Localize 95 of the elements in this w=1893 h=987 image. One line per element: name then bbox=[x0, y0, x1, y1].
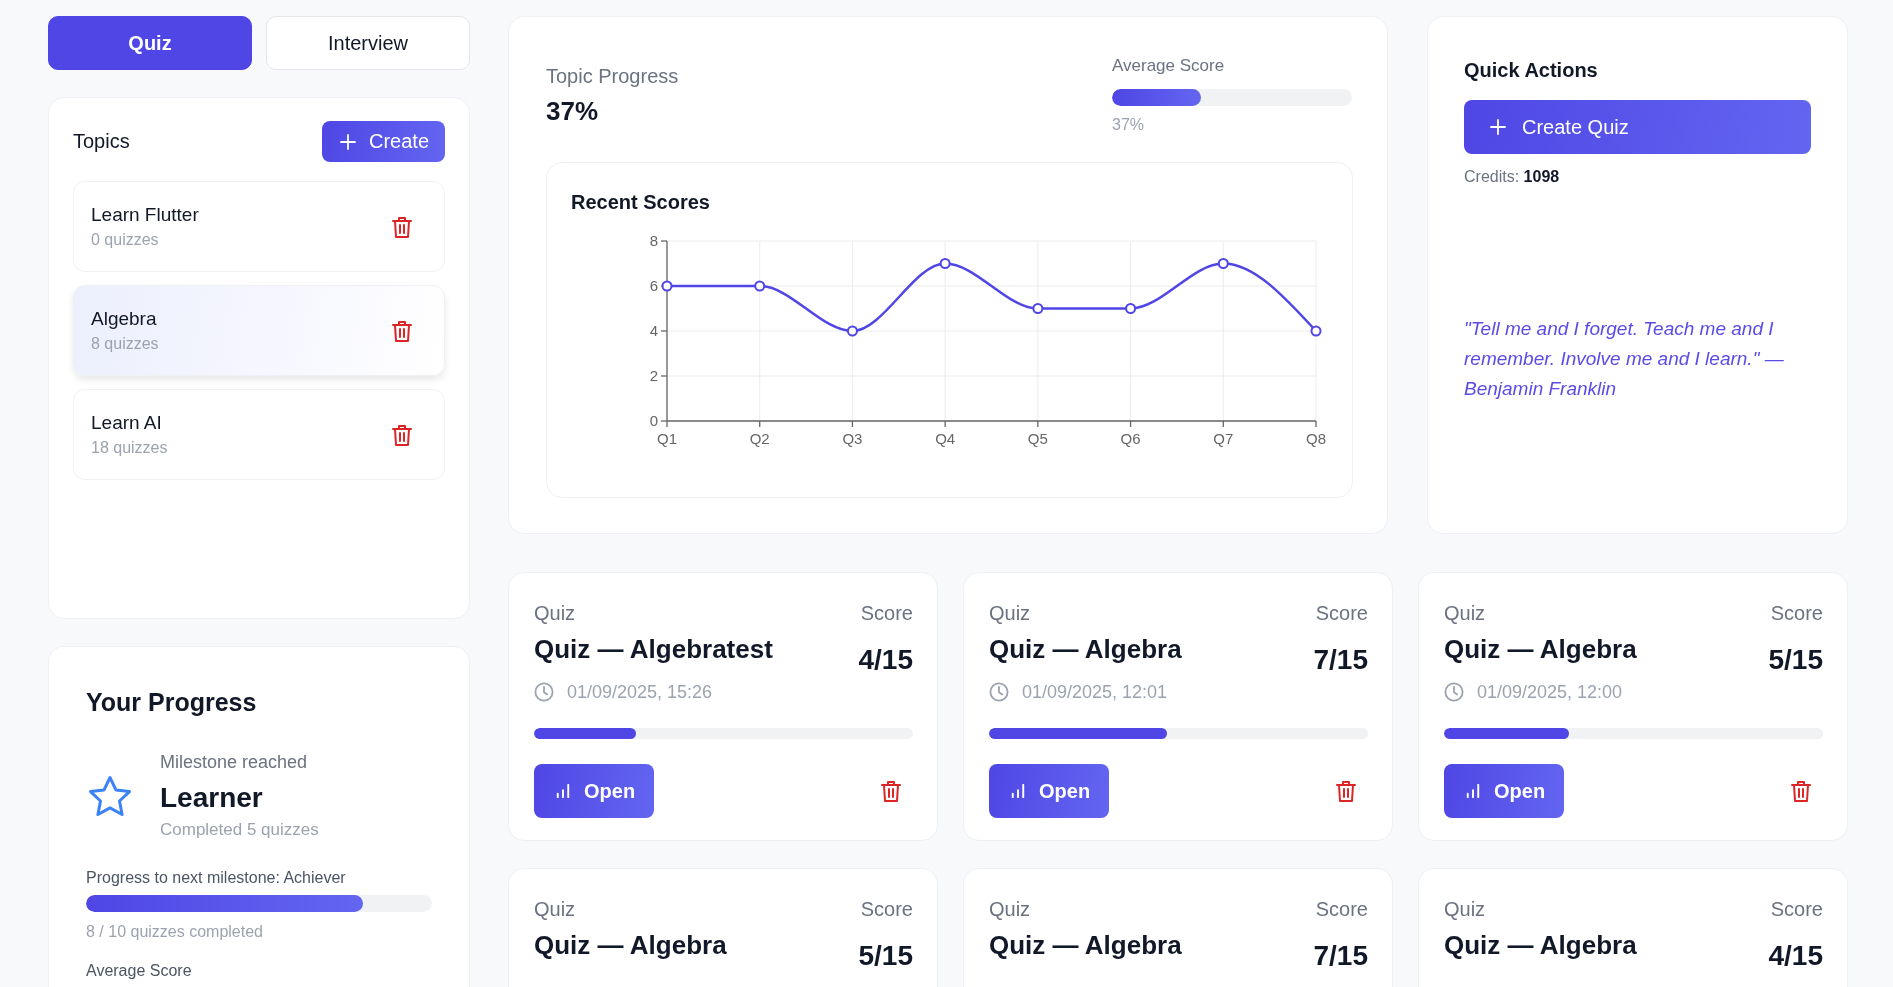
quiz-title: Quiz — Algebra bbox=[1444, 633, 1637, 665]
topics-heading: Topics bbox=[73, 130, 130, 153]
bar-chart-icon bbox=[1011, 784, 1025, 798]
clock-icon bbox=[989, 682, 1009, 702]
trash-icon[interactable] bbox=[1791, 780, 1811, 802]
next-milestone-label: Progress to next milestone: Achiever bbox=[86, 868, 347, 888]
open-button[interactable]: Open bbox=[989, 764, 1109, 818]
axis-label: Q2 bbox=[749, 430, 770, 447]
axis-label: 2 bbox=[649, 367, 658, 384]
clock-icon bbox=[1444, 682, 1464, 702]
axis-label: 0 bbox=[649, 412, 658, 429]
tab[interactable]: Interview bbox=[266, 16, 470, 70]
score-label: Score bbox=[1770, 601, 1823, 625]
data-point bbox=[1217, 258, 1229, 269]
axis-label: Q3 bbox=[842, 430, 863, 447]
quiz-type-label: Quiz bbox=[989, 601, 1032, 625]
progress-caption: 8 / 10 quizzes completed bbox=[86, 922, 264, 942]
quiz-title: Quiz — Algebra bbox=[1444, 929, 1637, 961]
average-score-label: Average Score bbox=[1112, 55, 1226, 77]
bar-chart-icon bbox=[1466, 784, 1480, 798]
axis-label: Q4 bbox=[935, 430, 956, 447]
open-button[interactable]: Open bbox=[1444, 764, 1564, 818]
quiz-title: Quiz — Algebra bbox=[989, 633, 1182, 665]
axis-label: 6 bbox=[649, 277, 658, 294]
topic-item[interactable]: Algebra 8 quizzes bbox=[73, 285, 445, 376]
average-score-reading: 37% bbox=[1112, 115, 1146, 135]
quiz-date: 01/09/2025, 15:26 bbox=[567, 681, 713, 703]
axis-label: Q8 bbox=[1306, 430, 1326, 447]
score-label: Score bbox=[860, 897, 913, 921]
quiz-date: 01/09/2025, 12:01 bbox=[1022, 681, 1168, 703]
tab[interactable]: Quiz bbox=[48, 16, 252, 70]
quiz-type-label: Quiz bbox=[534, 897, 577, 921]
chart-title: Recent Scores bbox=[571, 190, 711, 214]
milestone-detail: Completed 5 quizzes bbox=[160, 819, 319, 841]
plus-icon bbox=[1490, 119, 1506, 135]
progress-heading: Your Progress bbox=[86, 687, 258, 717]
trash-icon[interactable] bbox=[392, 423, 412, 446]
create-button[interactable]: Create bbox=[321, 121, 445, 162]
data-point bbox=[1125, 303, 1137, 314]
quiz-count: 18 quizzes bbox=[91, 438, 168, 458]
data-point bbox=[939, 258, 951, 269]
score-label: Score bbox=[1315, 601, 1368, 625]
score-value: 4/15 bbox=[858, 643, 913, 677]
score-label: Score bbox=[860, 601, 913, 625]
score-label: Score bbox=[1315, 897, 1368, 921]
topic-item[interactable]: Learn AI 18 quizzes bbox=[73, 389, 445, 480]
topic-progress-label: Topic Progress bbox=[546, 64, 679, 88]
topic-progress-value: 37% bbox=[546, 96, 600, 126]
quote-text: "Tell me and I forget. Teach me and I remember. Involve me and I learn." — Benjamin Franklin bbox=[1464, 316, 1785, 401]
data-point bbox=[1032, 303, 1044, 314]
trash-icon[interactable] bbox=[881, 780, 901, 802]
milestone-name: Learner bbox=[160, 781, 264, 815]
credits-text: Credits: 1098 bbox=[1464, 167, 1561, 187]
quiz-type-label: Quiz bbox=[1444, 601, 1487, 625]
data-point bbox=[1310, 325, 1322, 337]
quiz-title: Quiz — Algebra bbox=[989, 929, 1182, 961]
star-icon bbox=[88, 775, 132, 817]
axis-label: 4 bbox=[649, 322, 658, 339]
plus-icon bbox=[339, 133, 356, 150]
clock-icon bbox=[534, 682, 554, 702]
data-point bbox=[754, 280, 766, 292]
axis-label: 8 bbox=[649, 232, 658, 249]
score-value: 5/15 bbox=[1768, 643, 1823, 677]
score-label: Score bbox=[1770, 897, 1823, 921]
score-value: 7/15 bbox=[1313, 643, 1368, 677]
quiz-date: 01/09/2025, 12:00 bbox=[1477, 681, 1623, 703]
quiz-type-label: Quiz bbox=[1444, 897, 1487, 921]
axis-label: Q6 bbox=[1120, 430, 1141, 447]
quick-actions-heading: Quick Actions bbox=[1464, 58, 1599, 83]
topic-item[interactable]: Learn Flutter 0 quizzes bbox=[73, 181, 445, 272]
trash-icon[interactable] bbox=[392, 215, 412, 238]
score-value: 5/15 bbox=[858, 939, 913, 973]
milestone-label: Milestone reached bbox=[160, 751, 309, 773]
quiz-title: Quiz — Algebratest bbox=[534, 633, 773, 665]
quiz-count: 8 quizzes bbox=[91, 334, 159, 354]
quiz-type-label: Quiz bbox=[534, 601, 577, 625]
score-value: 7/15 bbox=[1313, 939, 1368, 973]
bar-chart-icon bbox=[556, 784, 570, 798]
trash-icon[interactable] bbox=[1336, 780, 1356, 802]
topic-name: Learn AI bbox=[91, 411, 163, 435]
axis-label: Q7 bbox=[1213, 430, 1234, 447]
axis-label: Q5 bbox=[1027, 430, 1048, 447]
data-point bbox=[846, 325, 858, 337]
trash-icon[interactable] bbox=[392, 319, 412, 342]
quiz-count: 0 quizzes bbox=[91, 230, 160, 250]
data-point bbox=[661, 280, 673, 292]
average-score-label: Average Score bbox=[86, 961, 193, 981]
quiz-type-label: Quiz bbox=[989, 897, 1032, 921]
score-value: 4/15 bbox=[1768, 939, 1823, 973]
axis-label: Q1 bbox=[657, 430, 677, 447]
topic-name: Learn Flutter bbox=[91, 203, 199, 227]
create-quiz-button[interactable]: Create Quiz bbox=[1464, 100, 1811, 154]
open-button[interactable]: Open bbox=[534, 764, 654, 818]
quiz-title: Quiz — Algebra bbox=[534, 929, 727, 961]
topic-name: Algebra bbox=[91, 307, 158, 331]
